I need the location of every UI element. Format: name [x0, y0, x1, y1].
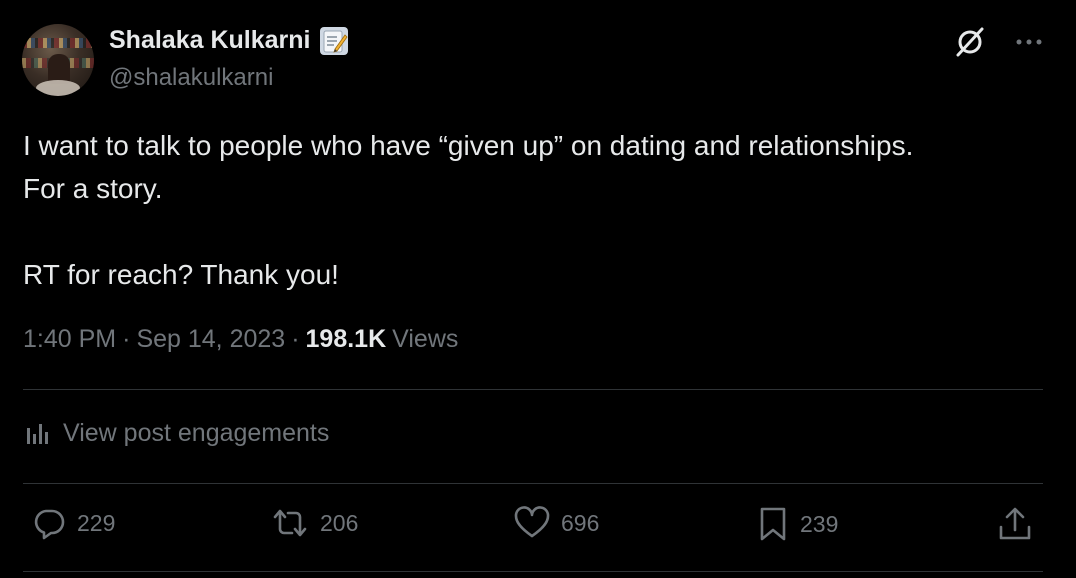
- views-count: 198.1K: [305, 325, 387, 353]
- tweet-meta: 1:40 PM · Sep 14, 2023 · 198.1K Views: [23, 325, 458, 354]
- tweet-date[interactable]: Sep 14, 2023: [136, 325, 285, 354]
- avatar[interactable]: [22, 24, 94, 96]
- divider: [23, 571, 1043, 572]
- tweet-line: RT for reach? Thank you!: [23, 259, 339, 290]
- tweet-line: For a story.: [23, 173, 163, 204]
- analytics-icon: [23, 420, 51, 448]
- reply-count: 229: [77, 509, 116, 536]
- author-name[interactable]: Shalaka Kulkarni: [109, 26, 310, 55]
- tweet-line: I want to talk to people who have “given…: [23, 130, 914, 161]
- meta-separator: ·: [291, 325, 300, 353]
- reply-icon: [31, 505, 67, 541]
- like-button[interactable]: 696: [513, 505, 599, 541]
- share-icon: [997, 505, 1033, 543]
- heart-icon: [513, 505, 551, 541]
- repost-icon: [270, 505, 310, 541]
- more-icon[interactable]: [1016, 38, 1042, 46]
- view-engagements-label: View post engagements: [63, 419, 330, 447]
- repost-button[interactable]: 206: [270, 505, 358, 541]
- repost-count: 206: [320, 509, 359, 536]
- action-bar: 229 206 696 239: [23, 505, 1043, 550]
- divider: [23, 483, 1043, 484]
- grok-icon[interactable]: [954, 26, 986, 58]
- bookmark-count: 239: [800, 510, 839, 537]
- bookmark-button[interactable]: 239: [756, 505, 838, 543]
- view-engagements-link[interactable]: View post engagements: [23, 419, 329, 448]
- share-button[interactable]: [997, 505, 1033, 543]
- tweet-text: I want to talk to people who have “given…: [23, 124, 1053, 296]
- author-handle[interactable]: @shalakulkarni: [109, 64, 273, 92]
- reply-button[interactable]: 229: [31, 505, 115, 541]
- views-label: Views: [392, 325, 459, 353]
- memo-icon: [320, 26, 349, 55]
- bookmark-icon: [756, 505, 790, 543]
- tweet-time[interactable]: 1:40 PM: [23, 325, 116, 354]
- meta-separator: ·: [122, 325, 131, 353]
- like-count: 696: [561, 509, 600, 536]
- tweet-line: [23, 210, 1053, 253]
- divider: [23, 389, 1043, 390]
